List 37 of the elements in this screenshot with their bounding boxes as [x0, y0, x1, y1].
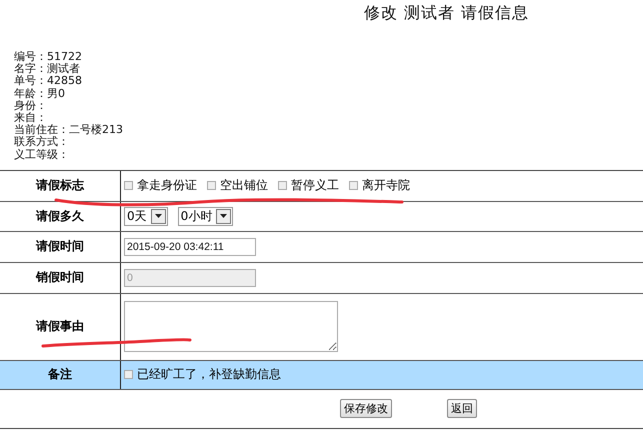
field-label: 请假时间 [36, 238, 84, 256]
checkbox-label: 拿走身份证 [137, 177, 197, 194]
checkbox[interactable] [207, 181, 216, 190]
info-line: 身份： [14, 100, 48, 112]
info-line: 来自： [14, 112, 47, 124]
field-label: 请假事由 [36, 318, 84, 336]
checkbox[interactable] [124, 181, 133, 190]
info-line: 单号：42858 [14, 75, 83, 88]
dropdown[interactable]: 0小时 [178, 206, 234, 226]
save-button[interactable]: 保存修改 [340, 399, 392, 418]
caret-icon [150, 208, 166, 224]
page-title: 修改 测试者 请假信息 [363, 2, 530, 24]
info-line: 义工等级： [14, 148, 70, 161]
checkbox-label: 空出铺位 [220, 177, 268, 194]
checkbox[interactable] [278, 181, 287, 190]
info-line: 编号：51722 [14, 51, 83, 63]
checkbox[interactable] [349, 181, 358, 190]
info-line: 联系方式： [14, 136, 70, 148]
reason-textarea[interactable] [124, 300, 338, 352]
checkbox-option[interactable]: 拿走身份证 [124, 177, 197, 194]
info-line: 年龄：男0 [14, 88, 66, 100]
date-field[interactable]: 2015-09-20 03:42:11 [124, 238, 256, 256]
checkbox-option[interactable]: 离开寺院 [349, 177, 410, 194]
checkbox-option[interactable]: 暂停义工 [278, 177, 339, 194]
field-label: 请假标志 [36, 177, 84, 194]
dropdown[interactable]: 0天 [124, 206, 168, 226]
back-button[interactable]: 返回 [447, 399, 477, 418]
field-label: 备注 [48, 366, 72, 384]
checkbox-option[interactable]: 空出铺位 [207, 177, 268, 194]
checkbox[interactable] [124, 370, 133, 380]
info-line: 当前住在：二号楼213 [14, 124, 124, 136]
field-label: 请假多久 [36, 208, 84, 225]
caret-icon [216, 208, 232, 224]
checkbox-label: 暂停义工 [291, 177, 339, 194]
field-label: 销假时间 [36, 269, 84, 286]
checkbox-label: 离开寺院 [362, 177, 410, 194]
info-line: 名字：测试者 [14, 63, 81, 76]
